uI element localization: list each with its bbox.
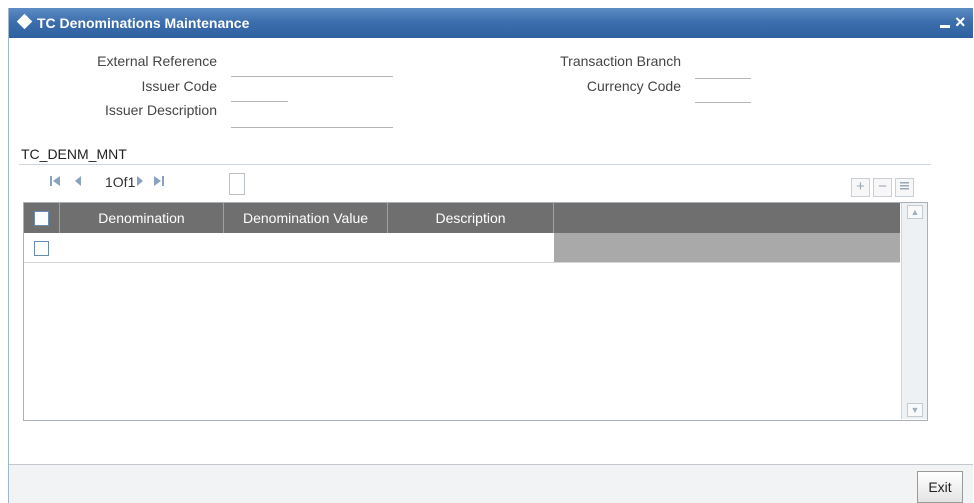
denominations-grid: Denomination Denomination Value Descript… — [23, 202, 928, 421]
vertical-scrollbar[interactable]: ▲ ▼ — [901, 203, 927, 419]
minimize-button[interactable] — [939, 16, 951, 30]
issuer-description-label: Issuer Description — [104, 102, 217, 118]
column-header-description[interactable]: Description — [388, 203, 554, 233]
window-title: TC Denominations Maintenance — [37, 15, 250, 31]
currency-code-label: Currency Code — [586, 78, 681, 94]
close-button[interactable]: × — [955, 12, 966, 32]
scroll-down-icon[interactable]: ▼ — [907, 403, 923, 417]
exit-button[interactable]: Exit — [917, 471, 963, 503]
currency-code-field[interactable] — [695, 84, 751, 103]
minus-icon[interactable]: − — [873, 178, 892, 197]
row-filler — [554, 233, 900, 262]
plus-icon[interactable]: + — [851, 178, 870, 197]
issuer-description-field[interactable] — [231, 109, 393, 128]
page-number-input[interactable] — [229, 173, 245, 195]
issuer-code-label: Issuer Code — [141, 78, 217, 94]
prev-page-icon[interactable] — [73, 174, 83, 191]
page-indicator: 1Of1 — [105, 174, 136, 190]
row-checkbox[interactable] — [34, 241, 49, 256]
footer-bar — [9, 465, 973, 503]
transaction-branch-label: Transaction Branch — [560, 53, 681, 69]
grid-header: Denomination Denomination Value Descript… — [24, 203, 900, 233]
column-header-denomination-value[interactable]: Denomination Value — [224, 203, 388, 233]
issuer-code-field[interactable] — [231, 83, 288, 102]
transaction-branch-field[interactable] — [695, 60, 751, 79]
select-all-cell — [24, 203, 60, 233]
first-page-icon[interactable] — [49, 174, 61, 191]
section-title: TC_DENM_MNT — [21, 146, 127, 162]
last-page-icon[interactable] — [153, 174, 165, 191]
section-divider — [19, 164, 931, 165]
tc-denominations-window: TC Denominations Maintenance × External … — [8, 8, 973, 503]
column-header-denomination[interactable]: Denomination — [60, 203, 224, 233]
title-bar: TC Denominations Maintenance × — [9, 8, 973, 38]
external-reference-label: External Reference — [97, 53, 217, 69]
select-all-checkbox[interactable] — [34, 211, 49, 226]
diamond-icon — [16, 13, 33, 30]
next-page-icon[interactable] — [135, 174, 145, 191]
external-reference-field[interactable] — [231, 58, 393, 77]
scroll-up-icon[interactable]: ▲ — [907, 205, 923, 219]
list-icon[interactable] — [895, 178, 914, 197]
